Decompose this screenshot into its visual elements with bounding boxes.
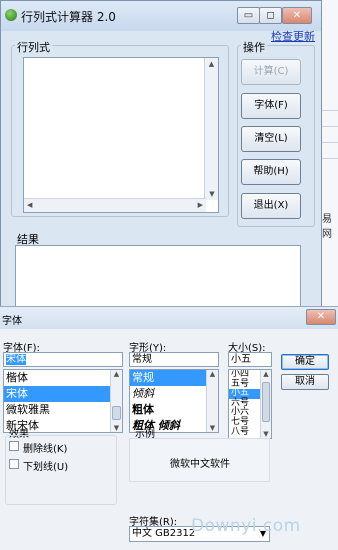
strikethrough-checkbox[interactable] — [9, 441, 19, 451]
size-list-scrollbar[interactable]: ▲ ▼ — [260, 370, 271, 438]
font-dialog-title: 字体 — [2, 316, 22, 327]
style-list-item[interactable]: 倾斜 — [130, 386, 218, 402]
clear-button[interactable]: 清空(L) — [241, 126, 301, 152]
sample-text: 微软中文软件 — [170, 459, 230, 470]
font-name-value: 宋体 — [6, 354, 26, 365]
calculate-button[interactable]: 计算(C) — [241, 59, 301, 85]
scroll-up-icon[interactable]: ▲ — [205, 60, 218, 68]
style-list-item[interactable]: 常规 — [130, 370, 218, 386]
font-list-item[interactable]: 楷体 — [4, 370, 122, 386]
charset-value: 中文 GB2312 — [132, 528, 196, 539]
font-dialog-titlebar: 字体 ✕ — [0, 307, 338, 329]
font-dialog-close-button[interactable]: ✕ — [306, 309, 336, 325]
scroll-up-icon[interactable]: ▲ — [261, 370, 271, 378]
background-text: 易网 — [322, 214, 332, 240]
exit-button[interactable]: 退出(X) — [241, 193, 301, 219]
restore-button[interactable]: ◻ — [259, 7, 282, 24]
check-update-link[interactable]: 检查更新 — [271, 28, 315, 44]
scroll-thumb[interactable] — [262, 382, 270, 422]
font-name-list[interactable]: 楷体 宋体 微软雅黑 新宋体 ▲ ▼ — [3, 369, 123, 433]
scroll-down-icon[interactable]: ▼ — [205, 190, 219, 198]
font-size-list[interactable]: 小四 五号 小五 六号 小六 七号 八号 ▲ ▼ — [228, 369, 272, 439]
cancel-button[interactable]: 取消 — [281, 374, 329, 390]
font-style-list[interactable]: 常规 倾斜 粗体 粗体 倾斜 ▲ ▼ — [129, 369, 219, 433]
close-button[interactable]: ✕ — [282, 7, 312, 24]
sample-preview: 微软中文软件 — [129, 438, 270, 482]
strikethrough-label: 删除线(K) — [23, 444, 68, 455]
matrix-group-label: 行列式 — [15, 39, 52, 55]
font-list-item[interactable]: 微软雅黑 — [4, 402, 122, 418]
font-size-input[interactable]: 小五 — [228, 352, 272, 367]
scroll-right-icon[interactable]: ▶ — [198, 201, 203, 209]
operations-group-label: 操作 — [241, 39, 267, 55]
minimize-button[interactable]: ▭ — [237, 7, 260, 24]
matrix-horizontal-scrollbar[interactable]: ◀ ▶ — [24, 198, 206, 212]
font-dialog: 字体 ✕ 字体(F): 字形(Y): 大小(S): 宋体 楷体 宋体 微软雅黑 … — [0, 306, 338, 550]
background-page: 易网 — [322, 0, 338, 306]
app-icon — [5, 9, 17, 21]
scroll-up-icon[interactable]: ▲ — [207, 370, 218, 378]
watermark: Downyi.com — [191, 516, 301, 536]
result-output — [15, 245, 301, 309]
help-button[interactable]: 帮助(H) — [241, 159, 301, 185]
scroll-left-icon[interactable]: ◀ — [27, 201, 32, 209]
scroll-up-icon[interactable]: ▲ — [111, 370, 122, 378]
matrix-vertical-scrollbar[interactable]: ▲ ▼ — [204, 58, 218, 200]
matrix-input[interactable]: ▲ ▼ ◀ ▶ — [23, 57, 219, 213]
font-name-input[interactable]: 宋体 — [3, 352, 123, 367]
underline-label: 下划线(U) — [23, 462, 69, 473]
scroll-thumb[interactable] — [112, 406, 121, 420]
style-list-scrollbar[interactable]: ▲ ▼ — [206, 370, 218, 432]
font-button[interactable]: 字体(F) — [241, 93, 301, 119]
calculator-window: 行列式计算器 2.0 ▭ ◻ ✕ 检查更新 行列式 ▲ ▼ ◀ ▶ 操作 计算(… — [0, 0, 322, 312]
underline-checkbox[interactable] — [9, 459, 19, 469]
font-list-scrollbar[interactable]: ▲ ▼ — [110, 370, 122, 432]
style-list-item[interactable]: 粗体 — [130, 402, 218, 418]
font-style-input[interactable]: 常规 — [129, 352, 219, 367]
font-list-item[interactable]: 宋体 — [4, 386, 122, 402]
scroll-down-icon[interactable]: ▼ — [261, 430, 271, 438]
ok-button[interactable]: 确定 — [281, 354, 329, 370]
scroll-down-icon[interactable]: ▼ — [111, 424, 122, 432]
scroll-down-icon[interactable]: ▼ — [207, 424, 218, 432]
calculator-titlebar: 行列式计算器 2.0 ▭ ◻ ✕ — [1, 1, 321, 31]
window-title: 行列式计算器 2.0 — [21, 10, 116, 24]
